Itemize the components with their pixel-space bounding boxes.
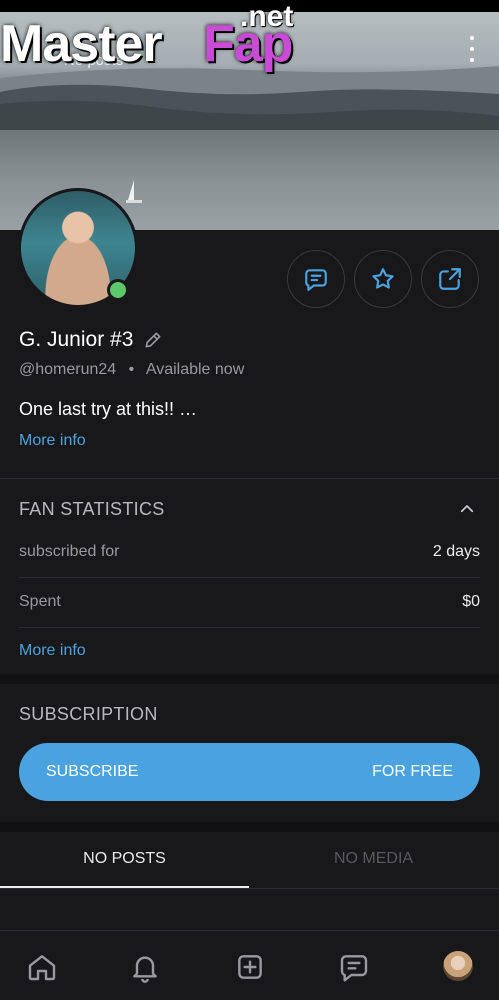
messages-icon [340, 955, 368, 982]
watermark-part3: .net [240, 0, 294, 33]
section-gap [0, 674, 499, 684]
divider [0, 478, 499, 479]
row-divider [19, 577, 480, 578]
profile-name-row: G. Junior #3 [19, 328, 163, 352]
online-status-indicator [107, 279, 129, 301]
subscribe-button[interactable]: SUBSCRIBE FOR FREE [19, 743, 480, 801]
profile-bio: One last try at this!! … [19, 399, 198, 419]
nav-home[interactable] [24, 949, 60, 985]
sailboat-icon [126, 180, 142, 203]
stat-label-spent: Spent [19, 593, 61, 610]
chevron-up-icon[interactable] [456, 500, 478, 518]
separator-dot: • [128, 361, 135, 378]
section-gap [0, 822, 499, 832]
profile-handle: @homerun24 [19, 361, 117, 378]
nav-messages[interactable] [336, 949, 372, 985]
share-icon [439, 268, 461, 290]
profile-handle-row: @homerun24 • Available now [19, 361, 244, 379]
home-icon [28, 955, 56, 981]
fan-statistics-title: FAN STATISTICS [19, 499, 165, 519]
profile-name: G. Junior #3 [19, 328, 134, 351]
stat-label-subscribed: subscribed for [19, 543, 120, 560]
message-icon [305, 269, 327, 291]
add-post-icon [238, 955, 262, 979]
tab-media[interactable]: NO MEDIA [249, 850, 498, 868]
profile-more-info-link[interactable]: More info [19, 432, 86, 450]
row-divider [19, 627, 480, 628]
stat-value-subscribed: 2 days [432, 543, 480, 560]
profile-status: Available now [145, 361, 245, 378]
stats-more-info-link[interactable]: More info [19, 642, 86, 660]
divider [0, 888, 499, 889]
nav-notifications[interactable] [127, 949, 163, 985]
more-options-icon[interactable] [462, 36, 482, 62]
subscribe-price: FOR FREE [372, 763, 453, 780]
bell-icon [133, 956, 157, 983]
bottom-navigation [0, 930, 499, 1000]
tab-posts[interactable]: NO POSTS [0, 850, 249, 868]
star-icon [372, 268, 394, 289]
stat-value-spent: $0 [462, 593, 480, 610]
watermark-logo: Master Fap .net [0, 0, 310, 76]
subscribe-label: SUBSCRIBE [46, 763, 139, 780]
subscription-title: SUBSCRIPTION [19, 704, 158, 724]
edit-icon[interactable] [143, 330, 163, 350]
nav-add-post[interactable] [232, 949, 268, 985]
message-button[interactable] [287, 250, 345, 308]
share-button[interactable] [421, 250, 479, 308]
nav-profile-avatar[interactable] [443, 951, 473, 981]
favorite-button[interactable] [354, 250, 412, 308]
watermark-part1: Master [0, 15, 163, 73]
